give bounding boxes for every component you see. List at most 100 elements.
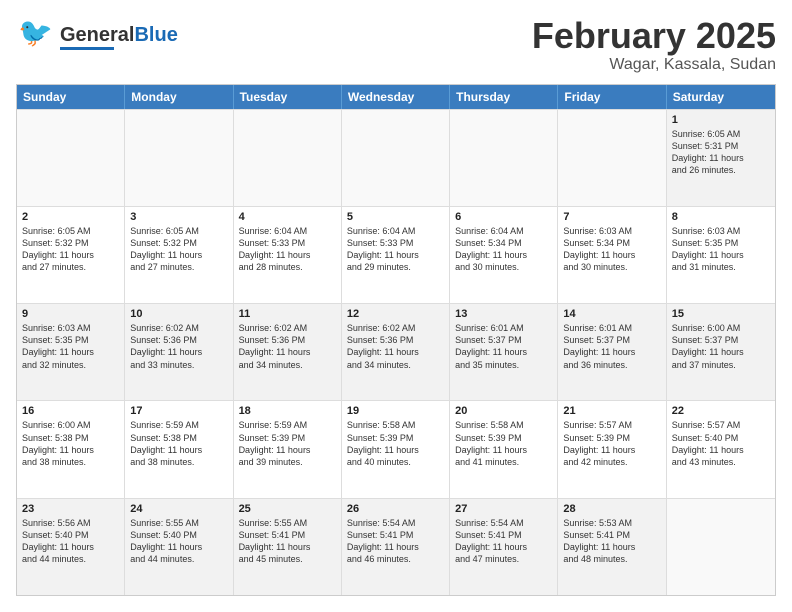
cell-info: Sunrise: 6:02 AM Sunset: 5:36 PM Dayligh… (347, 322, 444, 371)
weekday-header: Thursday (450, 85, 558, 109)
cell-info: Sunrise: 6:03 AM Sunset: 5:34 PM Dayligh… (563, 225, 660, 274)
weekday-header: Saturday (667, 85, 775, 109)
day-number: 17 (130, 405, 227, 417)
cell-info: Sunrise: 5:54 AM Sunset: 5:41 PM Dayligh… (455, 517, 552, 566)
calendar-cell: 26Sunrise: 5:54 AM Sunset: 5:41 PM Dayli… (342, 499, 450, 595)
cell-info: Sunrise: 5:58 AM Sunset: 5:39 PM Dayligh… (347, 419, 444, 468)
calendar-cell: 15 Sunrise: 6:00 AM Sunset: 5:37 PM Dayli… (667, 304, 775, 400)
day-number: 24 (130, 503, 227, 515)
calendar-cell: 5Sunrise: 6:04 AM Sunset: 5:33 PM Daylig… (342, 207, 450, 303)
calendar-cell: 9 Sunrise: 6:03 AM Sunset: 5:35 PM Daylig… (17, 304, 125, 400)
calendar-cell (17, 110, 125, 206)
calendar-header: SundayMondayTuesdayWednesdayThursdayFrid… (17, 85, 775, 109)
calendar-cell: 6 Sunrise: 6:04 AM Sunset: 5:34 PM Daylig… (450, 207, 558, 303)
cell-info: Sunrise: 6:05 AM Sunset: 5:32 PM Dayligh… (22, 225, 119, 274)
day-number: 11 (239, 308, 336, 320)
cell-info: Sunrise: 6:03 AM Sunset: 5:35 PM Dayligh… (672, 225, 770, 274)
day-number: 23 (22, 503, 119, 515)
calendar-cell: 4Sunrise: 6:04 AM Sunset: 5:33 PM Daylig… (234, 207, 342, 303)
cell-info: Sunrise: 6:00 AM Sunset: 5:37 PM Dayligh… (672, 322, 770, 371)
calendar-cell: 1 Sunrise: 6:05 AM Sunset: 5:31 PM Daylig… (667, 110, 775, 206)
calendar-cell: 21 Sunrise: 5:57 AM Sunset: 5:39 PM Dayli… (558, 401, 666, 497)
calendar-cell: 22 Sunrise: 5:57 AM Sunset: 5:40 PM Dayli… (667, 401, 775, 497)
calendar-cell: 28 Sunrise: 5:53 AM Sunset: 5:41 PM Dayli… (558, 499, 666, 595)
cell-info: Sunrise: 5:54 AM Sunset: 5:41 PM Dayligh… (347, 517, 444, 566)
day-number: 18 (239, 405, 336, 417)
logo: 🐦 GeneralBlue (16, 16, 178, 57)
calendar-cell: 7 Sunrise: 6:03 AM Sunset: 5:34 PM Daylig… (558, 207, 666, 303)
weekday-header: Sunday (17, 85, 125, 109)
calendar-body: 1 Sunrise: 6:05 AM Sunset: 5:31 PM Daylig… (17, 109, 775, 595)
calendar-cell (234, 110, 342, 206)
day-number: 20 (455, 405, 552, 417)
day-number: 25 (239, 503, 336, 515)
day-number: 19 (347, 405, 444, 417)
cell-info: Sunrise: 5:57 AM Sunset: 5:39 PM Dayligh… (563, 419, 660, 468)
cell-info: Sunrise: 6:02 AM Sunset: 5:36 PM Dayligh… (130, 322, 227, 371)
header: 🐦 GeneralBlue February 2025 Wagar, Kassa… (16, 16, 776, 74)
title-block: February 2025 Wagar, Kassala, Sudan (532, 16, 776, 74)
calendar-row: 23 Sunrise: 5:56 AM Sunset: 5:40 PM Dayli… (17, 498, 775, 595)
day-number: 13 (455, 308, 552, 320)
page: 🐦 GeneralBlue February 2025 Wagar, Kassa… (0, 0, 792, 612)
logo-underline (60, 47, 114, 50)
cell-info: Sunrise: 5:56 AM Sunset: 5:40 PM Dayligh… (22, 517, 119, 566)
logo-blue: Blue (134, 24, 177, 46)
cell-info: Sunrise: 5:59 AM Sunset: 5:38 PM Dayligh… (130, 419, 227, 468)
calendar-cell: 19 Sunrise: 5:58 AM Sunset: 5:39 PM Dayli… (342, 401, 450, 497)
day-number: 12 (347, 308, 444, 320)
calendar-row: 2 Sunrise: 6:05 AM Sunset: 5:32 PM Daylig… (17, 206, 775, 303)
day-number: 7 (563, 211, 660, 223)
month-title: February 2025 (532, 16, 776, 56)
day-number: 1 (672, 114, 770, 126)
calendar-cell: 10 Sunrise: 6:02 AM Sunset: 5:36 PM Dayli… (125, 304, 233, 400)
calendar-cell: 23 Sunrise: 5:56 AM Sunset: 5:40 PM Dayli… (17, 499, 125, 595)
cell-info: Sunrise: 5:59 AM Sunset: 5:39 PM Dayligh… (239, 419, 336, 468)
cell-info: Sunrise: 6:05 AM Sunset: 5:31 PM Dayligh… (672, 128, 770, 177)
calendar-cell: 27Sunrise: 5:54 AM Sunset: 5:41 PM Dayli… (450, 499, 558, 595)
logo-text-block: GeneralBlue (60, 24, 178, 50)
cell-info: Sunrise: 6:05 AM Sunset: 5:32 PM Dayligh… (130, 225, 227, 274)
day-number: 28 (563, 503, 660, 515)
calendar-cell: 17 Sunrise: 5:59 AM Sunset: 5:38 PM Dayli… (125, 401, 233, 497)
day-number: 16 (22, 405, 119, 417)
weekday-header: Tuesday (234, 85, 342, 109)
calendar-cell: 16 Sunrise: 6:00 AM Sunset: 5:38 PM Dayli… (17, 401, 125, 497)
weekday-header: Friday (558, 85, 666, 109)
day-number: 8 (672, 211, 770, 223)
day-number: 14 (563, 308, 660, 320)
calendar-cell: 8 Sunrise: 6:03 AM Sunset: 5:35 PM Daylig… (667, 207, 775, 303)
calendar-cell (667, 499, 775, 595)
logo-general: General (60, 24, 134, 46)
cell-info: Sunrise: 5:53 AM Sunset: 5:41 PM Dayligh… (563, 517, 660, 566)
day-number: 21 (563, 405, 660, 417)
calendar-cell: 2 Sunrise: 6:05 AM Sunset: 5:32 PM Daylig… (17, 207, 125, 303)
day-number: 6 (455, 211, 552, 223)
weekday-header: Wednesday (342, 85, 450, 109)
cell-info: Sunrise: 6:04 AM Sunset: 5:33 PM Dayligh… (347, 225, 444, 274)
day-number: 4 (239, 211, 336, 223)
svg-text:🐦: 🐦 (18, 17, 52, 48)
location: Wagar, Kassala, Sudan (532, 56, 776, 74)
day-number: 10 (130, 308, 227, 320)
cell-info: Sunrise: 5:57 AM Sunset: 5:40 PM Dayligh… (672, 419, 770, 468)
calendar-row: 1 Sunrise: 6:05 AM Sunset: 5:31 PM Daylig… (17, 109, 775, 206)
calendar-row: 16 Sunrise: 6:00 AM Sunset: 5:38 PM Dayli… (17, 400, 775, 497)
calendar-cell (450, 110, 558, 206)
cell-info: Sunrise: 6:04 AM Sunset: 5:34 PM Dayligh… (455, 225, 552, 274)
day-number: 15 (672, 308, 770, 320)
day-number: 9 (22, 308, 119, 320)
cell-info: Sunrise: 5:58 AM Sunset: 5:39 PM Dayligh… (455, 419, 552, 468)
day-number: 22 (672, 405, 770, 417)
cell-info: Sunrise: 5:55 AM Sunset: 5:41 PM Dayligh… (239, 517, 336, 566)
cell-info: Sunrise: 5:55 AM Sunset: 5:40 PM Dayligh… (130, 517, 227, 566)
calendar-cell: 3Sunrise: 6:05 AM Sunset: 5:32 PM Daylig… (125, 207, 233, 303)
cell-info: Sunrise: 6:00 AM Sunset: 5:38 PM Dayligh… (22, 419, 119, 468)
calendar-cell (125, 110, 233, 206)
day-number: 2 (22, 211, 119, 223)
cell-info: Sunrise: 6:01 AM Sunset: 5:37 PM Dayligh… (455, 322, 552, 371)
calendar-cell: 11 Sunrise: 6:02 AM Sunset: 5:36 PM Dayli… (234, 304, 342, 400)
weekday-header: Monday (125, 85, 233, 109)
cell-info: Sunrise: 6:03 AM Sunset: 5:35 PM Dayligh… (22, 322, 119, 371)
cell-info: Sunrise: 6:02 AM Sunset: 5:36 PM Dayligh… (239, 322, 336, 371)
